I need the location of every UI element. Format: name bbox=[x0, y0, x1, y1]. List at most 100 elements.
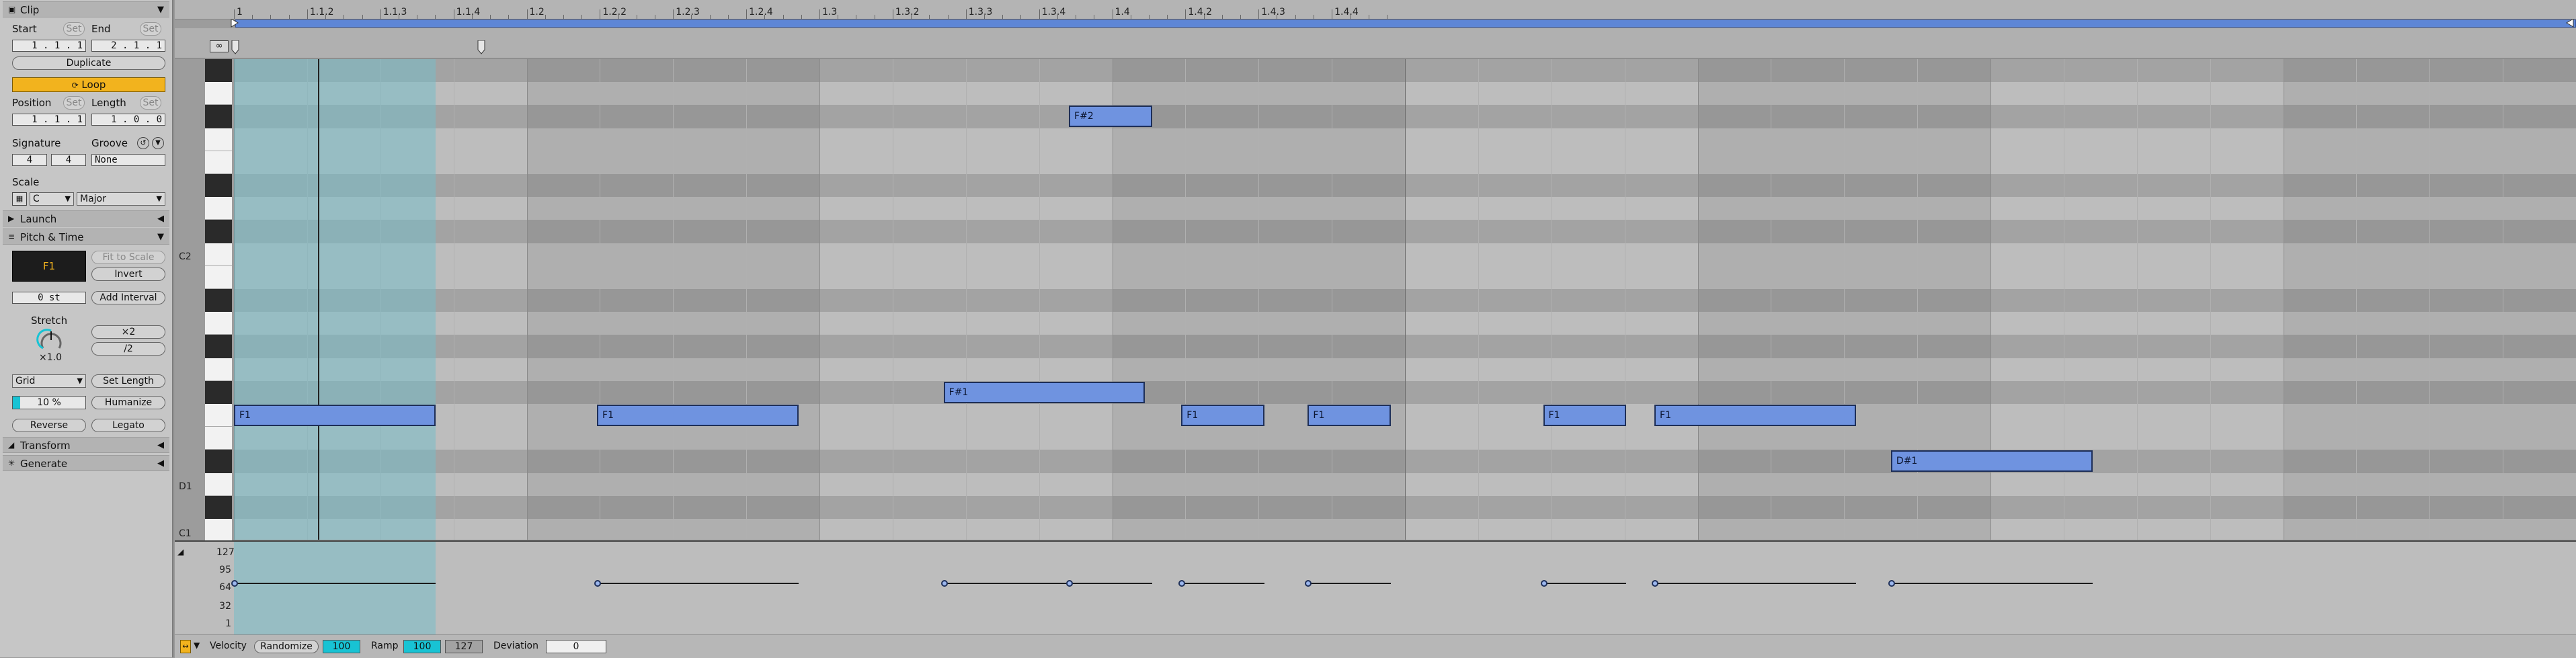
white-key[interactable] bbox=[205, 312, 232, 335]
midi-note[interactable]: F1 bbox=[1543, 405, 1627, 426]
white-key[interactable] bbox=[205, 197, 232, 220]
midi-note[interactable]: F1 bbox=[597, 405, 799, 426]
velocity-handle[interactable] bbox=[1541, 580, 1547, 587]
groove-hot-swap-icon[interactable]: ↺ bbox=[137, 137, 149, 149]
velocity-stem[interactable] bbox=[234, 583, 436, 584]
scale-toggle-icon[interactable]: ▦ bbox=[12, 192, 27, 206]
position-field[interactable]: 1 . 1 . 1 bbox=[12, 114, 86, 126]
velocity-stem[interactable] bbox=[1307, 583, 1391, 584]
invert-button[interactable]: Invert bbox=[91, 268, 165, 281]
semitone-field[interactable]: 0 st bbox=[12, 292, 86, 304]
ramp-start-field[interactable]: 100 bbox=[403, 640, 441, 653]
scale-root-dropdown[interactable]: C▼ bbox=[30, 192, 74, 206]
velocity-stem[interactable] bbox=[1891, 583, 2093, 584]
white-key[interactable] bbox=[205, 404, 232, 427]
loop-brace[interactable] bbox=[235, 19, 2576, 28]
velocity-stem[interactable] bbox=[1654, 583, 1856, 584]
midi-note[interactable]: F#2 bbox=[1069, 106, 1152, 127]
velocity-editor[interactable]: ◢ 1279564321 bbox=[175, 540, 2576, 636]
velocity-stem[interactable] bbox=[1543, 583, 1627, 584]
beat-time-ruler[interactable]: 11.1.21.1.31.1.41.21.2.21.2.31.2.41.31.3… bbox=[175, 0, 2576, 19]
velocity-handle[interactable] bbox=[1178, 580, 1185, 587]
black-key[interactable] bbox=[205, 220, 232, 243]
generate-section-header[interactable]: ✳ Generate ◀ bbox=[3, 455, 169, 471]
double-button[interactable]: ×2 bbox=[91, 325, 165, 339]
signature-numerator[interactable]: 4 bbox=[12, 154, 47, 166]
launch-section-header[interactable]: ▶ Launch ◀ bbox=[3, 210, 169, 227]
length-field[interactable]: 1 . 0 . 0 bbox=[91, 114, 165, 126]
black-key[interactable] bbox=[205, 174, 232, 197]
white-key[interactable] bbox=[205, 243, 232, 266]
velocity-handle[interactable] bbox=[1652, 580, 1658, 587]
white-key[interactable] bbox=[205, 128, 232, 151]
white-key[interactable] bbox=[205, 473, 232, 496]
midi-note[interactable]: D#1 bbox=[1891, 450, 2093, 472]
midi-note[interactable]: F1 bbox=[234, 405, 436, 426]
note-editor-grid[interactable]: F1 F1 F#1 F#2 F1 F1 F1 F1 D#1 bbox=[234, 59, 2576, 540]
fold-keys-icon[interactable]: ∞ bbox=[210, 40, 229, 52]
randomize-button[interactable]: Randomize bbox=[254, 640, 319, 653]
black-key[interactable] bbox=[205, 289, 232, 312]
humanize-amount-slider[interactable]: 10 % bbox=[12, 396, 86, 409]
start-field[interactable]: 1 . 1 . 1 bbox=[12, 40, 86, 52]
fit-to-scale-button[interactable]: Fit to Scale bbox=[91, 251, 165, 264]
transform-section-header[interactable]: ◢ Transform ◀ bbox=[3, 437, 169, 453]
start-set-button[interactable]: Set bbox=[63, 22, 85, 36]
deviation-field[interactable]: 0 bbox=[546, 640, 606, 653]
stretch-knob-icon[interactable] bbox=[36, 327, 66, 354]
piano-keyboard[interactable] bbox=[205, 59, 232, 540]
white-key[interactable] bbox=[205, 519, 232, 542]
reverse-button[interactable]: Reverse bbox=[12, 419, 86, 432]
white-key[interactable] bbox=[205, 82, 232, 105]
end-set-button[interactable]: Set bbox=[140, 22, 161, 36]
white-key[interactable] bbox=[205, 358, 232, 381]
legato-button[interactable]: Legato bbox=[91, 419, 165, 432]
black-key[interactable] bbox=[205, 105, 232, 128]
black-key[interactable] bbox=[205, 59, 232, 82]
pitch-time-section-header[interactable]: ≡ Pitch & Time ▼ bbox=[3, 229, 169, 245]
white-key[interactable] bbox=[205, 266, 232, 289]
note-pitch-display[interactable]: F1 bbox=[12, 251, 86, 282]
velocity-stem[interactable] bbox=[597, 583, 799, 584]
velocity-stem[interactable] bbox=[1069, 583, 1152, 584]
black-key[interactable] bbox=[205, 381, 232, 404]
marker-lane[interactable]: ∞ bbox=[175, 28, 2576, 58]
expand-chevron-icon[interactable]: ▼ bbox=[194, 641, 200, 650]
black-key[interactable] bbox=[205, 496, 232, 519]
black-key[interactable] bbox=[205, 450, 232, 472]
groove-commit-icon[interactable]: ▼ bbox=[152, 137, 164, 149]
end-marker-icon[interactable] bbox=[477, 40, 485, 55]
midi-note[interactable]: F1 bbox=[1181, 405, 1264, 426]
scale-mode-dropdown[interactable]: Major▼ bbox=[77, 192, 165, 206]
humanize-button[interactable]: Humanize bbox=[91, 396, 165, 409]
velocity-handle[interactable] bbox=[594, 580, 601, 587]
halve-button[interactable]: /2 bbox=[91, 342, 165, 356]
white-key[interactable] bbox=[205, 151, 232, 174]
white-key[interactable] bbox=[205, 427, 232, 450]
signature-denominator[interactable]: 4 bbox=[51, 154, 86, 166]
velocity-handle[interactable] bbox=[1888, 580, 1895, 587]
groove-chooser[interactable]: None bbox=[91, 154, 165, 166]
midi-note[interactable]: F#1 bbox=[944, 382, 1145, 403]
loop-button[interactable]: ⟳ Loop bbox=[12, 77, 165, 92]
velocity-stem[interactable] bbox=[1181, 583, 1264, 584]
duplicate-button[interactable]: Duplicate bbox=[12, 56, 165, 70]
midi-note[interactable]: F1 bbox=[1307, 405, 1391, 426]
black-key[interactable] bbox=[205, 335, 232, 358]
ramp-end-field[interactable]: 127 bbox=[445, 640, 483, 653]
length-set-button[interactable]: Set bbox=[140, 96, 161, 110]
add-interval-button[interactable]: Add Interval bbox=[91, 291, 165, 304]
end-field[interactable]: 2 . 1 . 1 bbox=[91, 40, 165, 52]
position-set-button[interactable]: Set bbox=[63, 96, 85, 110]
midi-note[interactable]: F1 bbox=[1654, 405, 1856, 426]
velocity-handle[interactable] bbox=[941, 580, 948, 587]
grid-dropdown[interactable]: Grid▼ bbox=[12, 374, 86, 388]
velocity-value-field[interactable]: 100 bbox=[323, 640, 360, 653]
velocity-handle[interactable] bbox=[1066, 580, 1073, 587]
start-marker-icon[interactable] bbox=[231, 40, 239, 55]
velocity-handle[interactable] bbox=[1305, 580, 1312, 587]
draw-mode-icon[interactable]: ↔ bbox=[180, 640, 191, 653]
time-selection[interactable] bbox=[234, 59, 436, 540]
set-length-button[interactable]: Set Length bbox=[91, 374, 165, 388]
clip-section-header[interactable]: ▣ Clip ▼ bbox=[3, 1, 169, 17]
